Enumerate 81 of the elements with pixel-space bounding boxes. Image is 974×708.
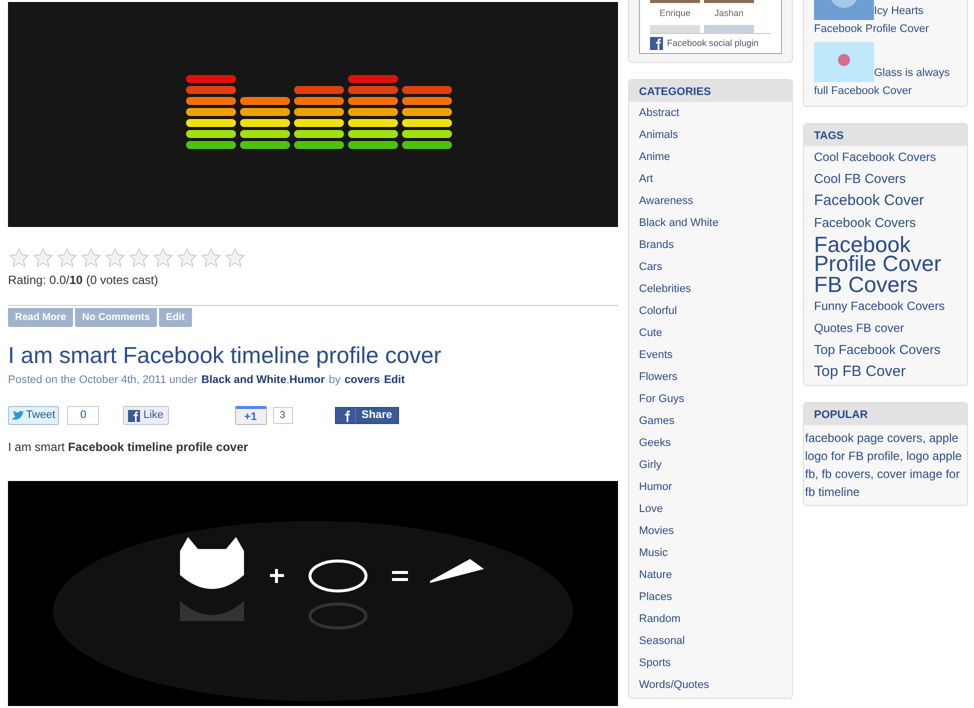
tag-link[interactable]: Facebook Cover [814, 190, 924, 212]
avatar[interactable] [650, 24, 700, 32]
posted-text: Posted on the October 4th, 2011 under [8, 373, 198, 388]
comma-text: , [286, 373, 290, 388]
avatar[interactable] [704, 0, 754, 3]
category-link[interactable]: Cars [639, 256, 782, 278]
edit-link[interactable]: Edit [384, 372, 405, 388]
category-link[interactable]: Brands [639, 234, 782, 256]
star-icon[interactable] [200, 247, 222, 269]
recent-link[interactable]: Glass is always [874, 67, 950, 79]
category-link[interactable]: Black and White [639, 212, 782, 234]
panel-header: CATEGORIES [629, 80, 792, 102]
tag-link[interactable]: Top Facebook Covers [814, 339, 940, 361]
category-link[interactable]: Animals [639, 124, 782, 146]
category-link[interactable]: Art [639, 168, 782, 190]
facebook-logo-icon [650, 36, 663, 50]
category-link[interactable]: Places [639, 586, 782, 608]
tag-link[interactable]: Funny Facebook Covers [814, 295, 945, 317]
avatar[interactable] [704, 24, 754, 32]
plus-one-button[interactable]: +1 [234, 406, 267, 425]
category-link[interactable]: Nature [639, 564, 782, 586]
category-link[interactable]: Love [639, 498, 782, 520]
category-link[interactable]: Movies [639, 520, 782, 542]
star-icon[interactable] [80, 247, 102, 269]
category-link[interactable]: Seasonal [639, 630, 782, 652]
star-icon[interactable] [128, 247, 150, 269]
category-link[interactable]: Celebrities [639, 278, 782, 300]
category-link[interactable]: Black and White [201, 372, 286, 388]
star-icon[interactable] [176, 247, 198, 269]
star-icon[interactable] [8, 247, 30, 269]
bird-icon [12, 410, 24, 420]
recent-link[interactable]: Facebook Profile Cover [814, 23, 929, 35]
plus-one-count: 3 [272, 407, 293, 424]
category-link[interactable]: Events [639, 344, 782, 366]
tag-link[interactable]: FB Covers [814, 274, 918, 295]
author-link[interactable]: covers [344, 372, 380, 388]
category-link[interactable]: Colorful [639, 300, 782, 322]
by-text: by [328, 373, 340, 388]
facebook-logo-icon [128, 410, 140, 422]
star-icon[interactable] [56, 247, 78, 269]
fan-name[interactable]: Jashan [714, 7, 744, 20]
category-link[interactable]: Sports [639, 652, 782, 674]
rating-text: Rating: 0.0/10 (0 votes cast) [8, 272, 160, 289]
tag-link[interactable]: Cool Facebook Covers [814, 146, 936, 168]
popular-text: facebook page covers, apple logo for FB profile, logo apple fb, fb covers, cover image for fb timeline [804, 430, 963, 501]
fan-name[interactable]: Enrique [659, 7, 691, 20]
recent-link[interactable]: Icy Hearts [874, 5, 924, 17]
category-link[interactable]: Humor [639, 476, 782, 498]
star-icon[interactable] [104, 247, 126, 269]
tweet-button[interactable]: Tweet [8, 406, 60, 425]
post-title[interactable]: I am smart Facebook timeline profile cover [8, 341, 618, 369]
tag-link[interactable]: Top FB Cover [814, 361, 906, 383]
plugin-label: Facebook social plugin [667, 36, 759, 50]
category-link[interactable]: Flowers [639, 366, 782, 388]
star-icon[interactable] [152, 247, 174, 269]
tag-link[interactable]: Facebook Covers [814, 212, 916, 234]
panel-header: TAGS [804, 124, 967, 146]
category-link[interactable]: Humor [289, 372, 325, 388]
category-link[interactable]: Geeks [639, 432, 782, 454]
category-link[interactable]: Awareness [639, 190, 782, 212]
star-icon[interactable] [32, 247, 54, 269]
category-link[interactable]: Words/Quotes [639, 674, 782, 696]
category-link[interactable]: Music [639, 542, 782, 564]
star-icon[interactable] [224, 247, 246, 269]
recent-link[interactable]: full Facebook Cover [814, 85, 912, 97]
tag-link[interactable]: Quotes FB cover [814, 317, 904, 339]
excerpt-text: I am smart Facebook timeline profile cover [8, 438, 250, 456]
like-button[interactable]: Like [123, 406, 169, 425]
category-link[interactable]: Girly [639, 454, 782, 476]
avatar[interactable] [650, 0, 700, 3]
tag-link[interactable]: Facebook Profile Cover [814, 234, 957, 274]
category-link[interactable]: Random [639, 608, 782, 630]
tag-link[interactable]: Cool FB Covers [814, 168, 906, 190]
share-button[interactable]: Share [334, 407, 400, 424]
category-link[interactable]: Games [639, 410, 782, 432]
category-link[interactable]: Cute [639, 322, 782, 344]
category-link[interactable]: Anime [639, 146, 782, 168]
category-link[interactable]: For Guys [639, 388, 782, 410]
tweet-count: 0 [67, 406, 100, 425]
panel-header: POPULAR [804, 403, 967, 425]
category-link[interactable]: Abstract [639, 102, 782, 124]
